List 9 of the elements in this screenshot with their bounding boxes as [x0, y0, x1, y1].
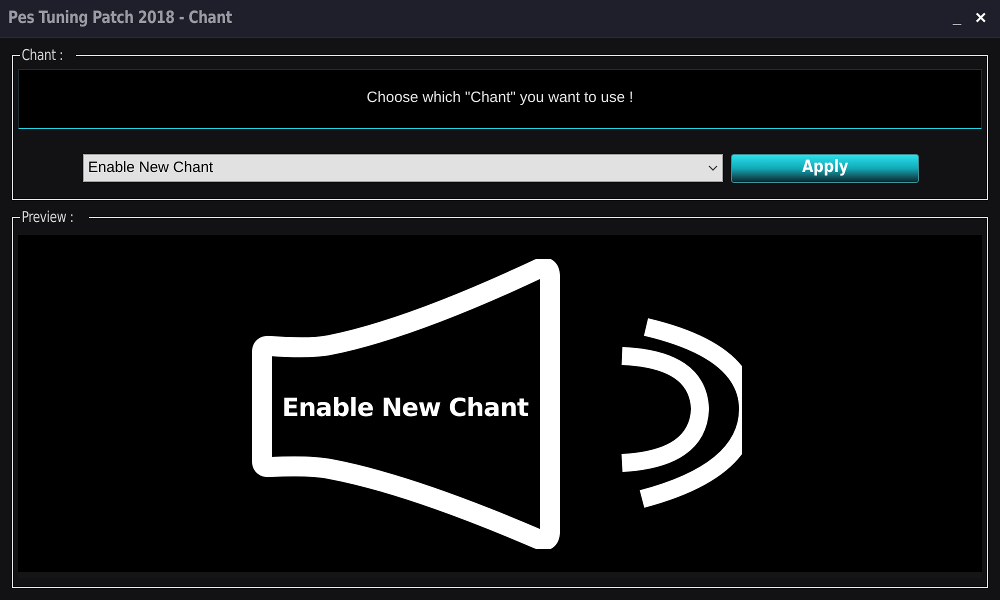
minimize-button[interactable]: _ [948, 11, 966, 26]
chevron-down-icon [708, 165, 718, 171]
close-button[interactable]: ✕ [972, 11, 990, 26]
group-legend: Preview : [20, 206, 76, 228]
chant-select[interactable]: Enable New Chant [83, 154, 723, 182]
group-legend: Chant : [20, 44, 65, 66]
preview-caption: Enable New Chant [282, 392, 528, 424]
message-text: Choose which "Chant" you want to use ! [366, 88, 634, 108]
window-title: Pes Tuning Patch 2018 - Chant [8, 6, 232, 30]
